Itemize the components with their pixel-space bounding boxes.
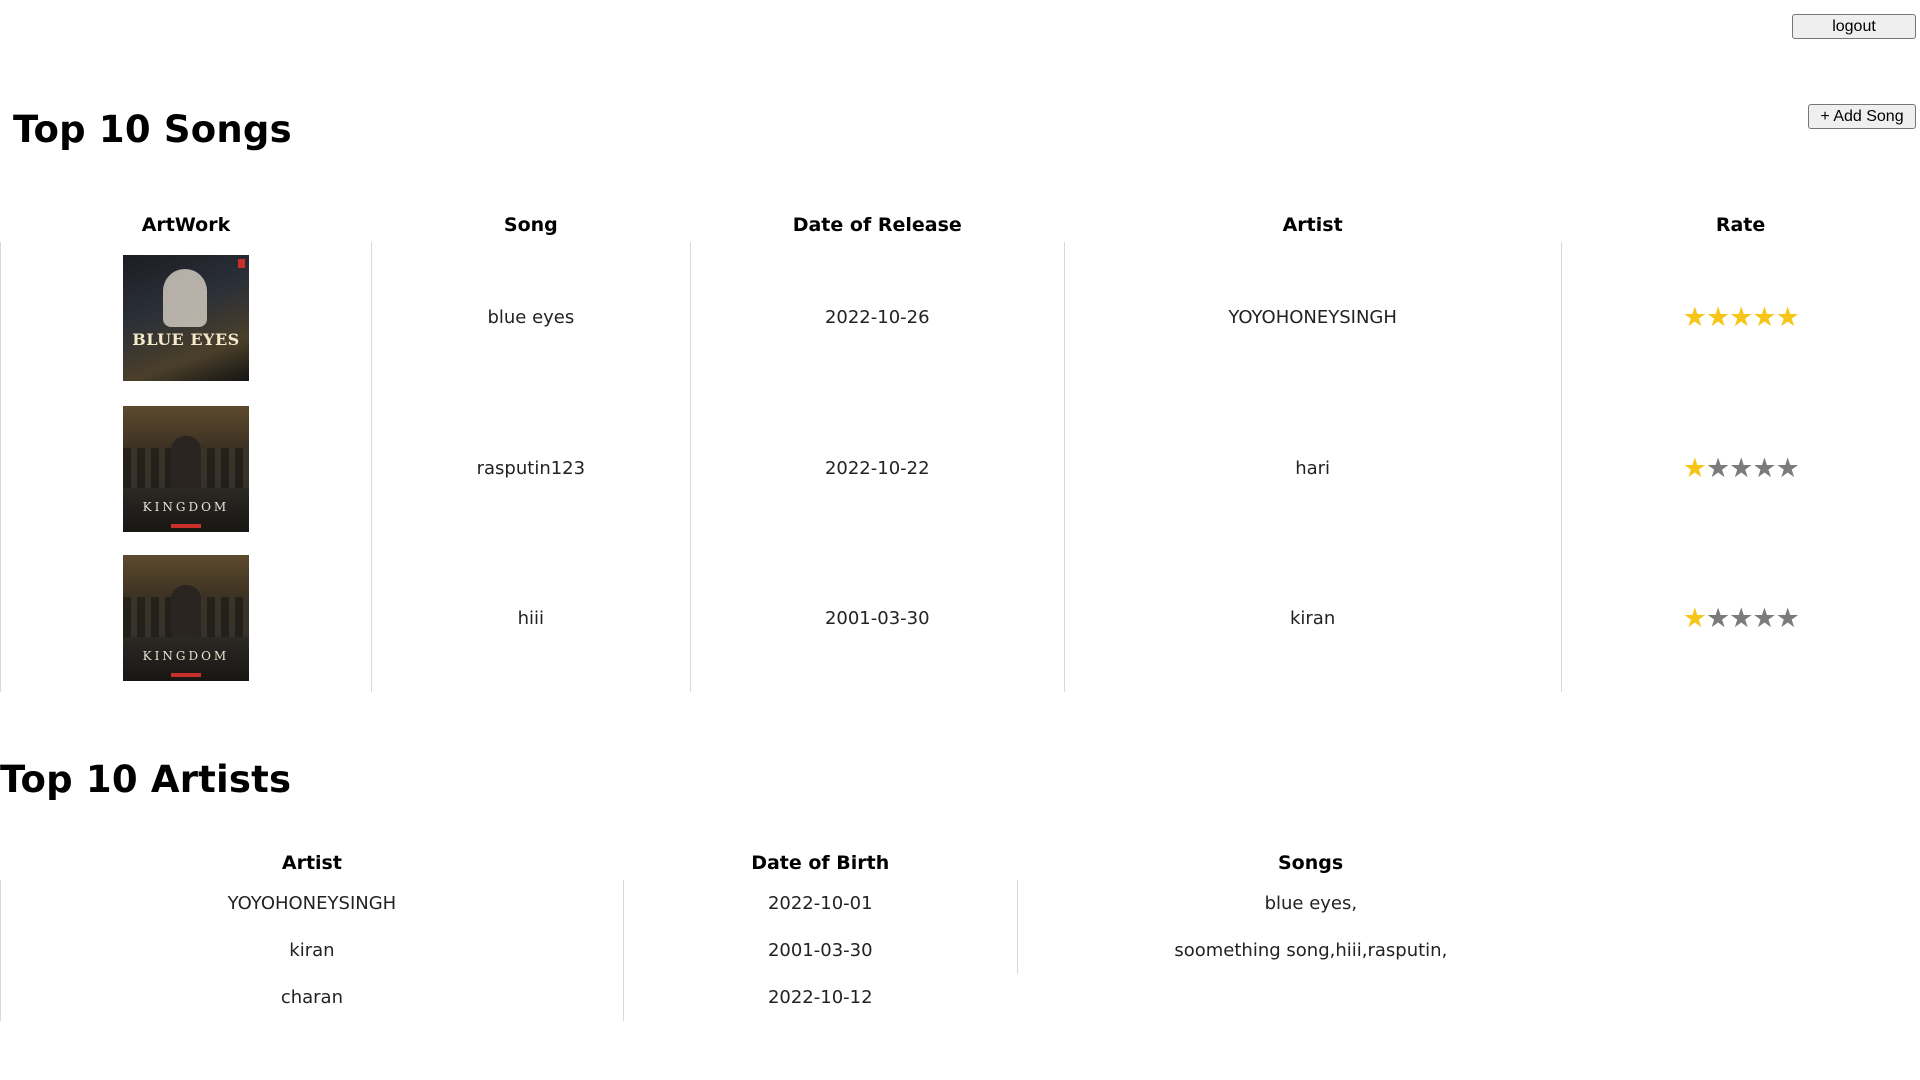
- star-filled-icon[interactable]: ★: [1683, 453, 1707, 484]
- artists-header-row: Artist Date of Birth Songs: [1, 846, 1605, 880]
- rating-cell: ★★★★★: [1560, 544, 1920, 692]
- star-empty-icon[interactable]: ★: [1776, 453, 1800, 484]
- column-header-songs: Songs: [1277, 852, 1344, 874]
- songs-header-row: ArtWork Song Date of Release Artist Rate: [1, 208, 1920, 242]
- rating-cell: ★★★★★: [1560, 242, 1920, 393]
- star-filled-icon[interactable]: ★: [1752, 302, 1776, 333]
- top-songs-heading: Top 10 Songs: [13, 108, 292, 151]
- artist-row: charan 2022-10-12: [0, 974, 1604, 1021]
- star-empty-icon[interactable]: ★: [1752, 453, 1776, 484]
- release-date: 2022-10-22: [689, 393, 1065, 544]
- top-artists-heading: Top 10 Artists: [0, 758, 292, 801]
- song-row: KINGDOM hiii 2001-03-30 kiran ★★★★★: [0, 544, 1920, 692]
- column-header-date-of-release: Date of Release: [792, 214, 962, 236]
- star-rating[interactable]: ★★★★★: [1683, 453, 1800, 484]
- star-empty-icon[interactable]: ★: [1729, 603, 1753, 634]
- column-header-artist: Artist: [281, 852, 342, 874]
- song-artist: hari: [1063, 393, 1562, 544]
- artist-songs: soomething song,hiii,rasputin,: [1016, 927, 1604, 974]
- song-name: blue eyes: [370, 242, 691, 393]
- star-empty-icon[interactable]: ★: [1706, 603, 1730, 634]
- artist-songs: [1016, 974, 1604, 1021]
- rating-cell: ★★★★★: [1560, 393, 1920, 544]
- add-song-button[interactable]: + Add Song: [1808, 104, 1916, 129]
- column-header-date-of-birth: Date of Birth: [751, 852, 890, 874]
- star-filled-icon[interactable]: ★: [1683, 302, 1707, 333]
- artist-dob: 2022-10-12: [622, 974, 1018, 1021]
- star-empty-icon[interactable]: ★: [1706, 453, 1730, 484]
- artist-row: kiran 2001-03-30 soomething song,hiii,ra…: [0, 927, 1604, 974]
- song-artist: kiran: [1063, 544, 1562, 692]
- column-header-rate: Rate: [1715, 214, 1766, 236]
- artist-name: kiran: [0, 927, 624, 974]
- song-artist: YOYOHONEYSINGH: [1063, 242, 1562, 393]
- album-artwork-image: KINGDOM: [122, 405, 249, 532]
- star-filled-icon[interactable]: ★: [1683, 603, 1707, 634]
- star-rating[interactable]: ★★★★★: [1683, 603, 1800, 634]
- artwork-title: BLUE EYES: [132, 329, 240, 349]
- star-filled-icon[interactable]: ★: [1706, 302, 1730, 333]
- column-header-artist: Artist: [1282, 214, 1343, 236]
- album-artwork-image: KINGDOM: [122, 555, 249, 681]
- artwork-cell: BLUE EYES: [0, 242, 372, 393]
- artwork-title: KINGDOM: [142, 649, 230, 663]
- artist-name: charan: [0, 974, 624, 1021]
- artist-row: YOYOHONEYSINGH 2022-10-01 blue eyes,: [0, 880, 1604, 927]
- column-header-song: Song: [503, 214, 558, 236]
- artist-name: YOYOHONEYSINGH: [0, 880, 624, 927]
- song-name: rasputin123: [370, 393, 691, 544]
- artwork-title: KINGDOM: [142, 499, 230, 514]
- song-row: BLUE EYES blue eyes 2022-10-26 YOYOHONEY…: [0, 242, 1920, 393]
- artists-table: Artist Date of Birth Songs YOYOHONEYSING…: [0, 846, 1604, 1021]
- star-empty-icon[interactable]: ★: [1752, 603, 1776, 634]
- artwork-cell: KINGDOM: [0, 544, 372, 692]
- songs-table: ArtWork Song Date of Release Artist Rate…: [0, 208, 1920, 692]
- artist-dob: 2022-10-01: [622, 880, 1018, 927]
- star-filled-icon[interactable]: ★: [1729, 302, 1753, 333]
- song-row: KINGDOM rasputin123 2022-10-22 hari ★★★★…: [0, 393, 1920, 544]
- star-empty-icon[interactable]: ★: [1776, 603, 1800, 634]
- artwork-cell: KINGDOM: [0, 393, 372, 544]
- column-header-artwork: ArtWork: [141, 214, 231, 236]
- artist-songs: blue eyes,: [1016, 880, 1604, 927]
- star-filled-icon[interactable]: ★: [1776, 302, 1800, 333]
- release-date: 2022-10-26: [689, 242, 1065, 393]
- artist-dob: 2001-03-30: [622, 927, 1018, 974]
- logout-button[interactable]: logout: [1792, 14, 1916, 39]
- album-artwork-image: BLUE EYES: [122, 254, 249, 381]
- star-empty-icon[interactable]: ★: [1729, 453, 1753, 484]
- star-rating[interactable]: ★★★★★: [1683, 302, 1800, 333]
- song-name: hiii: [370, 544, 691, 692]
- release-date: 2001-03-30: [689, 544, 1065, 692]
